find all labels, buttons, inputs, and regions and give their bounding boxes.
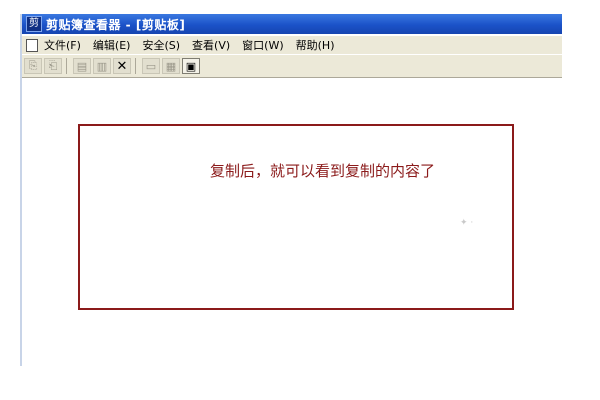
- delete-icon: ✕: [116, 58, 128, 74]
- view-icon: ▭: [145, 59, 157, 73]
- delete-button[interactable]: ✕: [113, 58, 131, 74]
- share-button[interactable]: ▤: [73, 58, 91, 74]
- menu-view[interactable]: 查看(V): [192, 37, 230, 53]
- thumbnail-icon: ▦: [165, 59, 177, 73]
- menu-bar: 文件(F) 编辑(E) 安全(S) 查看(V) 窗口(W) 帮助(H): [22, 36, 562, 54]
- stop-share-icon: ▥: [96, 59, 108, 73]
- stop-share-button[interactable]: ▥: [93, 58, 111, 74]
- share-icon: ▤: [76, 59, 88, 73]
- menu-security[interactable]: 安全(S): [142, 37, 180, 53]
- page-view-icon: ▣: [185, 59, 197, 73]
- toolbar: ⎘ ⎗ ▤ ▥ ✕ ▭ ▦ ▣: [22, 55, 562, 78]
- menu-help[interactable]: 帮助(H): [296, 37, 335, 53]
- menu-file[interactable]: 文件(F): [44, 37, 81, 53]
- window-title: 剪贴簿查看器 - [剪贴板]: [46, 17, 186, 32]
- clipbook-viewer-window: 剪 剪贴簿查看器 - [剪贴板] 文件(F) 编辑(E) 安全(S) 查看(V)…: [20, 14, 562, 366]
- menu-edit[interactable]: 编辑(E): [93, 37, 131, 53]
- clipboard-content-area[interactable]: 复制后，就可以看到复制的内容了 ✦ ·: [22, 78, 562, 366]
- page-view-button[interactable]: ▣: [182, 58, 200, 74]
- toolbar-separator: [66, 58, 67, 74]
- disconnect-button[interactable]: ⎗: [44, 58, 62, 74]
- title-bar[interactable]: 剪 剪贴簿查看器 - [剪贴板]: [22, 14, 562, 34]
- view-button[interactable]: ▭: [142, 58, 160, 74]
- connect-icon: ⎘: [28, 59, 38, 72]
- image-artifact: ✦ ·: [460, 218, 474, 228]
- toolbar-separator: [135, 58, 136, 74]
- app-icon: 剪: [26, 16, 42, 32]
- annotation-text: 复制后，就可以看到复制的内容了: [210, 162, 436, 180]
- connect-button[interactable]: ⎘: [24, 58, 42, 74]
- thumbnail-button[interactable]: ▦: [162, 58, 180, 74]
- document-icon: [26, 38, 38, 52]
- annotation-box: 复制后，就可以看到复制的内容了 ✦ ·: [78, 124, 514, 310]
- menu-window[interactable]: 窗口(W): [242, 37, 283, 53]
- disconnect-icon: ⎗: [48, 59, 58, 72]
